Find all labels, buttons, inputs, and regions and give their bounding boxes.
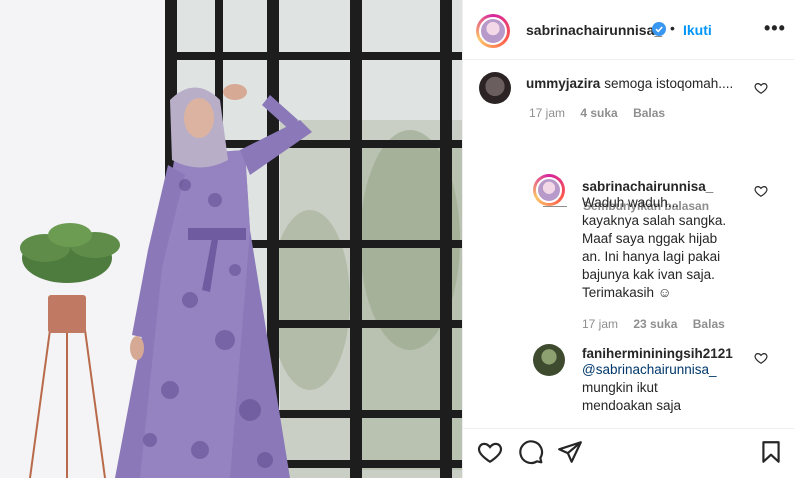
reply-line: mendoakan saja: [582, 398, 682, 413]
reply-username[interactable]: sabrinachairunnisa_: [582, 179, 752, 194]
share-icon[interactable]: [557, 439, 583, 465]
heart-icon[interactable]: [754, 184, 768, 198]
reply-body: sabrinachairunnisa_ Waduh waduh... kayak…: [582, 179, 752, 302]
reply-line: bajunya kak ivan saja.: [582, 267, 715, 282]
heart-icon[interactable]: [477, 439, 503, 465]
separator-dot: •: [670, 20, 675, 36]
reply-username[interactable]: fanihermininingsih2121: [582, 346, 757, 361]
heart-icon[interactable]: [754, 351, 768, 365]
post-image: [0, 0, 462, 478]
post-header: sabrinachairunnisa_ • Ikuti •••: [463, 0, 794, 60]
follow-button[interactable]: Ikuti: [683, 22, 712, 38]
reply-likes[interactable]: 23 suka: [633, 317, 677, 331]
comment-text: semoga istoqomah....: [604, 76, 734, 91]
reply-line: Waduh waduh...: [582, 195, 680, 210]
reply-line: an. Ini hanya lagi pakai: [582, 249, 721, 264]
reply-button[interactable]: Balas: [693, 317, 725, 331]
author-username[interactable]: sabrinachairunnisa_: [526, 22, 662, 38]
post-actions: [463, 428, 794, 478]
comment-meta: 17 jam 4 suka Balas: [529, 106, 677, 120]
reply-line: Maaf saya nggak hijab: [582, 231, 718, 246]
mention-link[interactable]: @sabrinachairunnisa_: [582, 361, 757, 379]
post-side-panel: sabrinachairunnisa_ • Ikuti ••• ummyjazi…: [462, 0, 794, 478]
reply-time: 17 jam: [582, 317, 619, 331]
author-avatar[interactable]: [479, 17, 507, 45]
reply-line: mungkin ikut: [582, 380, 658, 395]
heart-icon[interactable]: [754, 81, 768, 95]
bookmark-icon[interactable]: [758, 439, 784, 465]
comment-likes[interactable]: 4 suka: [580, 106, 617, 120]
post-photo[interactable]: [0, 0, 462, 478]
commenter-avatar[interactable]: [479, 72, 511, 104]
reply-avatar[interactable]: [533, 344, 565, 376]
verified-icon: [652, 22, 666, 36]
comment-username[interactable]: ummyjazira: [526, 76, 600, 91]
reply-body: fanihermininingsih2121 @sabrinachairunni…: [582, 346, 757, 415]
divider-line: [543, 206, 567, 208]
more-options-icon[interactable]: •••: [764, 18, 786, 39]
reply-line: Terimakasih ☺: [582, 285, 672, 300]
comments-list[interactable]: ummyjazira semoga istoqomah.... 17 jam 4…: [463, 61, 794, 427]
comment-time: 17 jam: [529, 106, 566, 120]
reply-button[interactable]: Balas: [633, 106, 665, 120]
reply-line: kayaknya salah sangka.: [582, 213, 727, 228]
reply-avatar[interactable]: [536, 177, 562, 203]
comment-icon[interactable]: [518, 439, 544, 465]
reply-meta: 17 jam 23 suka Balas: [582, 317, 737, 331]
